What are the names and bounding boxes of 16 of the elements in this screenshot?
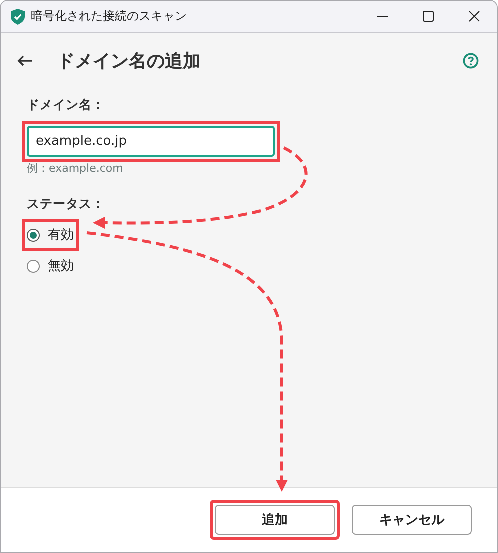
shield-icon [11,8,25,24]
help-icon[interactable] [463,53,479,69]
add-button[interactable]: 追加 [215,505,335,535]
maximize-icon[interactable] [422,11,434,22]
minimize-icon[interactable] [376,16,388,18]
close-icon[interactable] [468,11,480,22]
field-label: ステータス： [27,196,106,213]
domain-input-field[interactable]: example.co.jp [27,126,275,157]
status-radio-option[interactable]: 有効 [27,224,74,246]
field-label: ドメイン名： [27,97,106,114]
page-title: ドメイン名の追加 [57,50,202,73]
cancel-button[interactable]: キャンセル [352,505,472,535]
status-radio-option[interactable]: 無効 [27,255,74,277]
hint-text: 例：example.com [27,161,124,176]
back-arrow-icon[interactable] [17,55,33,67]
window-title: 暗号化された接続のスキャン [31,8,188,25]
